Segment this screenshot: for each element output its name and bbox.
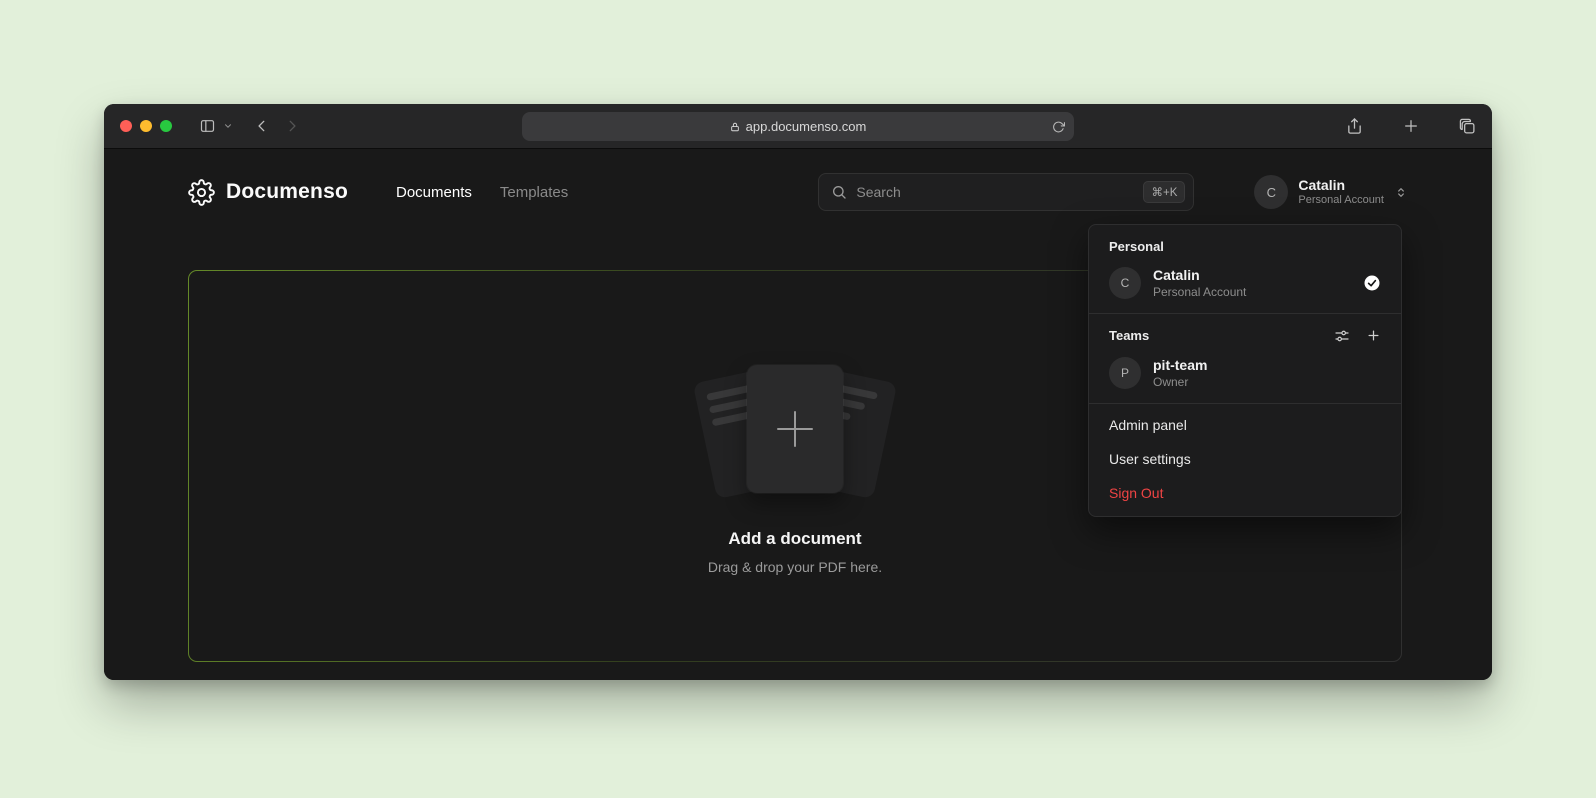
nav-documents[interactable]: Documents (396, 184, 472, 201)
sidebar-toggle-icon[interactable] (198, 118, 217, 134)
browser-window: app.documenso.com Documenso (104, 104, 1492, 680)
personal-heading-label: Personal (1109, 239, 1164, 254)
app-header: Documenso Documents Templates ⌘+K C Cata… (188, 171, 1408, 213)
minimize-window-button[interactable] (140, 120, 152, 132)
brand-name: Documenso (226, 180, 348, 204)
personal-account-item[interactable]: C Catalin Personal Account (1089, 260, 1401, 311)
zoom-window-button[interactable] (160, 120, 172, 132)
create-team-plus-icon[interactable] (1366, 328, 1381, 344)
add-document-plus-icon (777, 411, 813, 447)
sidebar-chevron-down-icon[interactable] (223, 121, 233, 131)
app-page: Documenso Documents Templates ⌘+K C Cata… (104, 149, 1492, 680)
search-box[interactable]: ⌘+K (818, 173, 1194, 211)
back-button[interactable] (255, 118, 269, 134)
teams-heading-label: Teams (1109, 328, 1149, 343)
url-text: app.documenso.com (746, 119, 867, 134)
brand-logo[interactable]: Documenso (188, 179, 348, 206)
teams-section-heading: Teams (1089, 318, 1401, 350)
browser-toolbar: app.documenso.com (104, 104, 1492, 149)
window-controls (120, 120, 172, 132)
lock-icon (730, 121, 740, 133)
search-shortcut-badge: ⌘+K (1143, 181, 1185, 203)
documenso-logo-icon (188, 179, 215, 206)
team-name: pit-team (1153, 357, 1207, 374)
menu-item-user-settings[interactable]: User settings (1089, 442, 1401, 476)
main-nav: Documents Templates (396, 184, 568, 201)
account-dropdown-menu: Personal C Catalin Personal Account Team… (1088, 224, 1402, 517)
nav-templates[interactable]: Templates (500, 184, 568, 201)
manage-teams-icon[interactable] (1334, 328, 1350, 344)
menu-item-admin-panel[interactable]: Admin panel (1089, 408, 1401, 442)
dropzone-subtitle: Drag & drop your PDF here. (708, 559, 882, 575)
close-window-button[interactable] (120, 120, 132, 132)
menu-divider (1089, 313, 1401, 314)
search-input[interactable] (856, 184, 1134, 200)
team-avatar: P (1109, 357, 1141, 389)
personal-account-name: Catalin (1153, 267, 1246, 284)
selected-check-icon (1363, 274, 1381, 292)
dropzone-title: Add a document (728, 529, 861, 549)
toolbar-right-actions (1346, 117, 1476, 135)
documents-illustration (690, 361, 900, 499)
menu-divider (1089, 403, 1401, 404)
team-role: Owner (1153, 374, 1207, 390)
forward-button[interactable] (285, 118, 299, 134)
search-icon (831, 184, 847, 200)
menu-item-sign-out[interactable]: Sign Out (1089, 476, 1401, 510)
refresh-icon[interactable] (1052, 120, 1065, 133)
share-icon[interactable] (1346, 117, 1363, 135)
account-name: Catalin (1298, 177, 1384, 193)
address-bar[interactable]: app.documenso.com (522, 112, 1074, 141)
account-avatar: C (1254, 175, 1288, 209)
new-tab-icon[interactable] (1403, 117, 1419, 135)
document-card-front (747, 365, 843, 493)
account-subtitle: Personal Account (1298, 193, 1384, 207)
personal-account-subtitle: Personal Account (1153, 284, 1246, 300)
tab-overview-icon[interactable] (1459, 117, 1476, 135)
team-item[interactable]: P pit-team Owner (1089, 350, 1401, 401)
account-menu-button[interactable]: C Catalin Personal Account (1254, 175, 1408, 209)
personal-account-avatar: C (1109, 267, 1141, 299)
personal-section-heading: Personal (1089, 229, 1401, 260)
chevrons-up-down-icon (1394, 185, 1408, 200)
